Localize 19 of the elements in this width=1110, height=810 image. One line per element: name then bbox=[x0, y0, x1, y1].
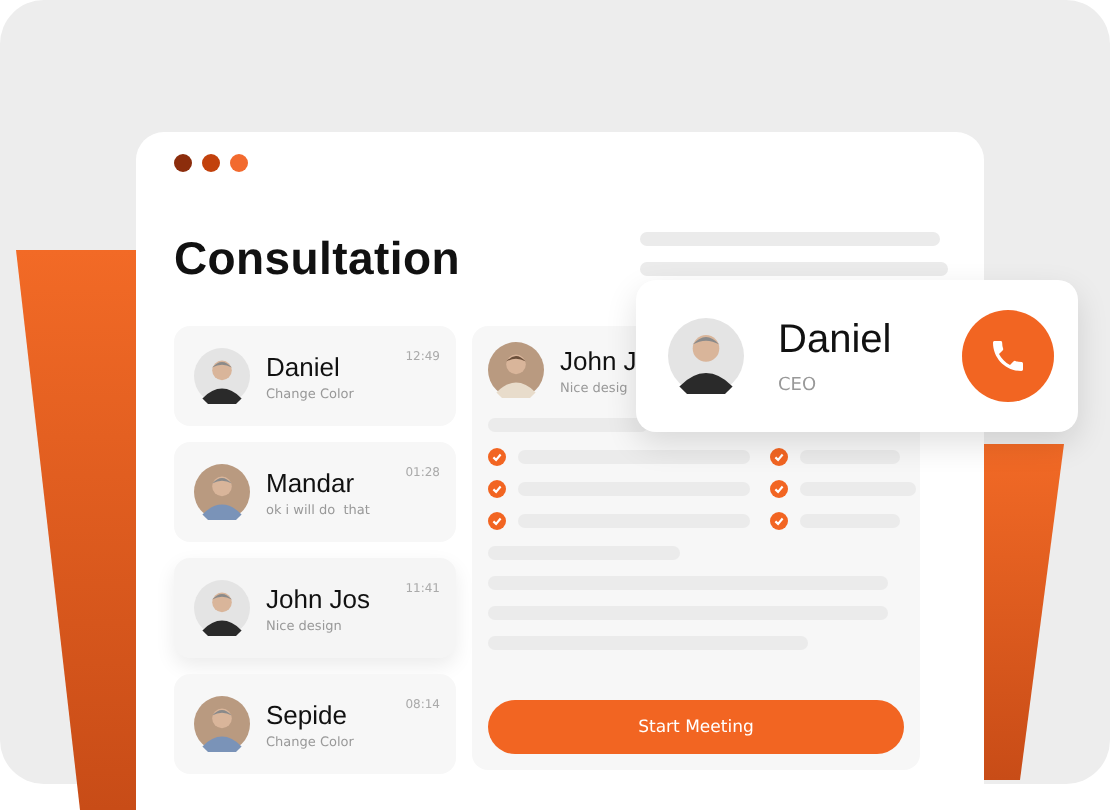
contact-name: Mandar bbox=[266, 467, 357, 497]
call-button[interactable] bbox=[962, 310, 1054, 402]
check-icon bbox=[770, 448, 788, 466]
contact-name: John Jos bbox=[266, 583, 371, 613]
window-dot[interactable] bbox=[202, 154, 220, 172]
check-icon bbox=[488, 512, 506, 530]
phone-icon bbox=[988, 336, 1028, 376]
caller-role: CEO bbox=[778, 375, 819, 395]
contact-name: Daniel bbox=[266, 351, 342, 381]
caller-name: Daniel bbox=[778, 317, 894, 363]
contact-name: John J bbox=[560, 345, 637, 375]
check-icon bbox=[770, 480, 788, 498]
window-title: Consultation bbox=[174, 232, 460, 286]
window-dot[interactable] bbox=[230, 154, 248, 172]
window-dot[interactable] bbox=[174, 154, 192, 172]
check-icon bbox=[488, 480, 506, 498]
check-icon bbox=[770, 512, 788, 530]
contact-name: Sepide bbox=[266, 699, 349, 729]
check-icon bbox=[488, 448, 506, 466]
